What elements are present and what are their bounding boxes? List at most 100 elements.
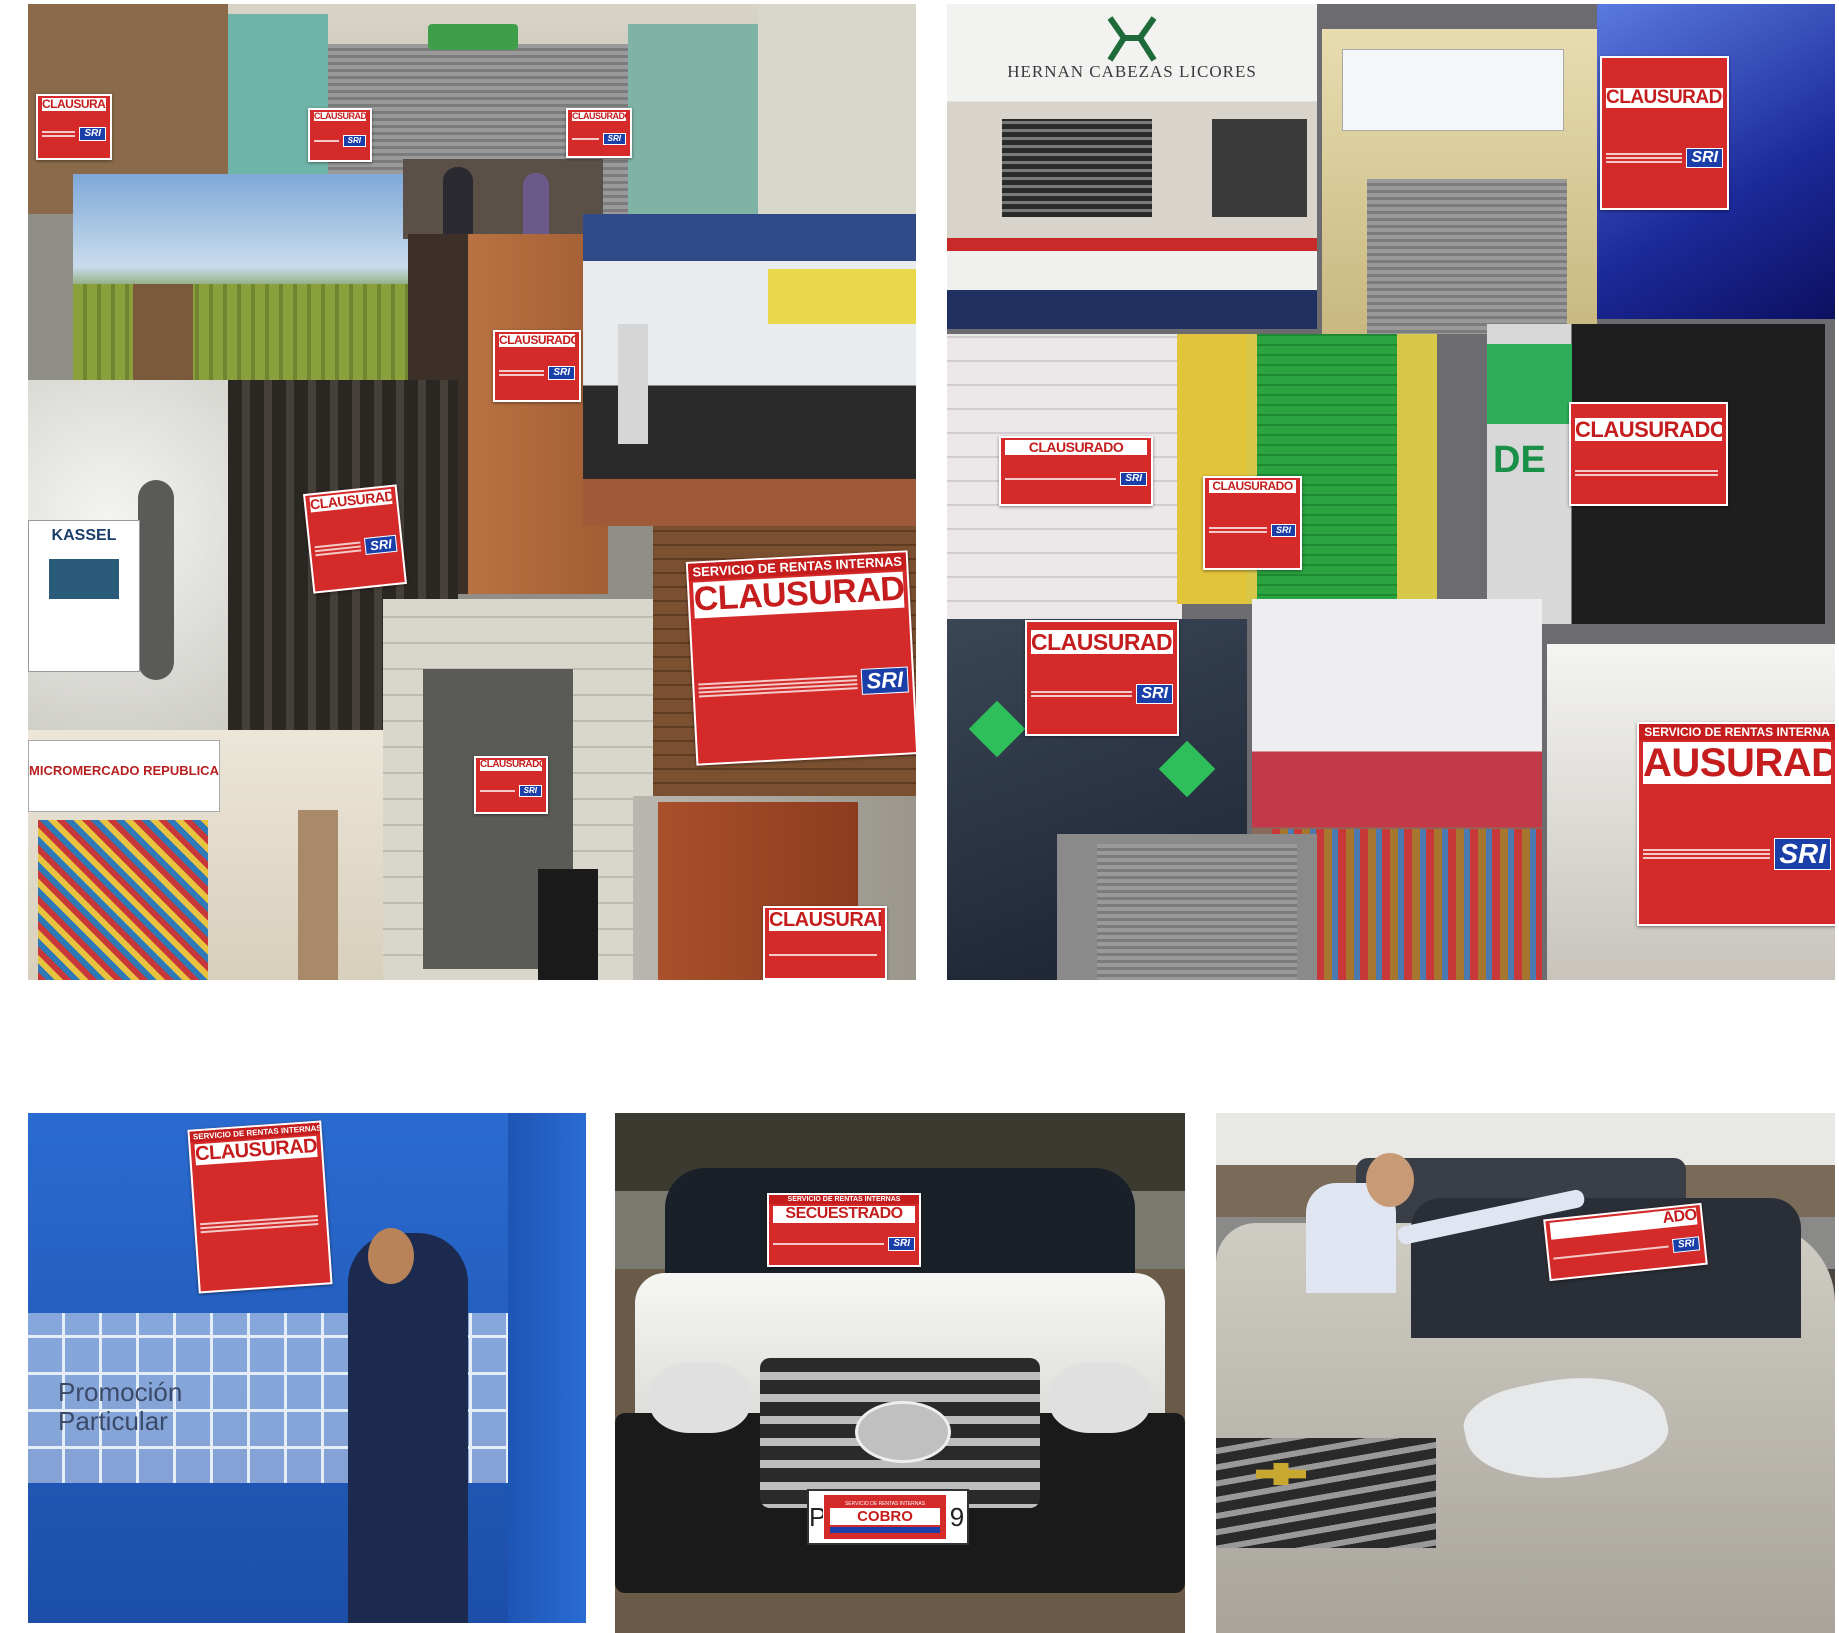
sign-title: CLAUSURADO: [42, 98, 106, 111]
store-sign: [428, 24, 518, 50]
seal-sign: CLAUSURADO SRI: [308, 108, 372, 162]
shop-signboard: KASSEL: [28, 520, 140, 672]
sign-title: AUSURADO: [1643, 742, 1831, 784]
h-logo-icon: [1107, 16, 1157, 62]
statue: [138, 480, 174, 680]
seal-sign: CLAUSURADO: [763, 906, 887, 980]
sri-logo: SRI: [1270, 523, 1296, 537]
sri-logo: SRI: [888, 1236, 915, 1251]
fragment-text: DE: [1493, 439, 1546, 481]
seal-sign: CLAUSURADO SRI: [566, 108, 632, 158]
neon-light: [1158, 740, 1216, 798]
yellow-banner: [768, 269, 916, 324]
seal-sign: CLAUSURADO SRI: [474, 756, 548, 814]
sign-title: CLAUSURADO: [499, 334, 575, 347]
seal-sign: CLAUSURADO SRI: [1203, 476, 1302, 570]
seal-sign: CLAUSURADO SRI: [1025, 620, 1179, 736]
photo-people-doorway: [403, 159, 603, 239]
license-plate: P SERVICIO DE RENTAS INTERNAS COBRO 9: [807, 1489, 969, 1545]
sign-title: CLAUSURADO: [480, 760, 542, 771]
photo-mazda-seized: SERVICIO DE RENTAS INTERNAS SECUESTRADO …: [615, 1113, 1185, 1633]
plate-sticker-title: COBRO: [830, 1507, 940, 1525]
sign-title: CLAUSURADO: [572, 112, 626, 122]
man-in-suit: [348, 1233, 468, 1623]
sri-logo: SRI: [342, 134, 366, 147]
gate-post: [508, 1113, 586, 1623]
seal-sign: CLAUSURADO SRI: [1600, 56, 1729, 210]
side-door: [298, 810, 338, 980]
seal-sign: SERVICIO DE RENTAS INTERNAS CLAUSURADO: [187, 1120, 333, 1294]
sign-header: SERVICIO DE RENTAS INTERNAS: [769, 1195, 919, 1204]
merchandise-window: [38, 820, 208, 980]
large-seal-sign: SERVICIO DE RENTAS INTERNAS CLAUSURADO S…: [685, 550, 916, 766]
headlight: [650, 1363, 750, 1433]
photo-white-wall-statue: KASSEL: [28, 380, 228, 730]
seal-sign: CLAUSURADO SRI: [303, 484, 407, 594]
seal-sign: CLAUSURADO SRI: [36, 94, 112, 160]
man-head: [1366, 1153, 1414, 1207]
sri-logo: SRI: [518, 785, 542, 798]
sign-title: SECUESTRADO: [773, 1206, 915, 1223]
sri-logo: SRI: [602, 132, 626, 145]
sign-title: CLAUSURADO: [1606, 88, 1723, 108]
shutter: [1097, 844, 1297, 980]
shop-name: KASSEL: [51, 527, 117, 544]
sign-title: CLAUSURADO: [1575, 418, 1722, 442]
sri-logo: SRI: [1774, 838, 1831, 870]
collage-top-right: HERNAN CABEZAS LICORES DE CLAUSURADO: [947, 4, 1835, 980]
sri-logo: SRI: [548, 366, 575, 381]
headlight: [1050, 1363, 1150, 1433]
photo-grey-shutters: [1057, 834, 1317, 980]
person: [523, 173, 549, 239]
teal-wall-right: [628, 24, 758, 214]
white-wall: [758, 4, 916, 214]
store-banner: MICROMERCADO REPUBLICA: [28, 740, 220, 812]
photo-liquor-store: HERNAN CABEZAS LICORES: [947, 4, 1317, 329]
sign-title: CLAUSURADO: [1005, 440, 1147, 455]
dark-window: [1212, 119, 1307, 217]
store-banner-text: MICROMERCADO REPUBLICA: [29, 763, 219, 778]
sri-logo: SRI: [79, 127, 106, 142]
sri-logo: SRI: [364, 534, 398, 555]
grey-shutter: [1367, 179, 1567, 334]
green-sign: [1487, 344, 1572, 424]
sign-title: CLAUSURADO: [314, 112, 366, 122]
white-column: [618, 324, 648, 444]
sri-logo: SRI: [860, 666, 909, 696]
collage-top-left: KASSEL MICROMERCADO REPUBLICA CLAUSURADO…: [28, 4, 916, 980]
plate-right-char: 9: [949, 1501, 965, 1532]
wall-text: Promoción Particular: [58, 1377, 183, 1436]
shop-logo: [49, 559, 119, 599]
sign-title: CLAUSURADO: [769, 910, 881, 931]
seal-sign: CLAUSURADO SRI: [493, 330, 581, 402]
photo-restaurant: [583, 214, 916, 526]
large-seal-sign: SERVICIO DE RENTAS INTERNA AUSURADO SRI: [1637, 722, 1835, 926]
photo-blue-gate: Promoción Particular SERVICIO DE RENTAS …: [28, 1113, 586, 1623]
sri-logo: SRI: [1120, 472, 1147, 487]
photo-chevrolet-seized: ADO SRI: [1216, 1113, 1835, 1633]
sign-header: SERVICIO DE RENTAS INTERNA: [1639, 724, 1835, 740]
photo-micromercado: MICROMERCADO REPUBLICA: [28, 730, 383, 980]
photo-shop-grey-shutter: [1322, 29, 1597, 334]
neon-light: [968, 700, 1026, 758]
store-logo: [1102, 14, 1162, 64]
sri-logo: SRI: [1686, 147, 1723, 168]
sri-logo: SRI: [1672, 1236, 1701, 1254]
seal-sign: SERVICIO DE RENTAS INTERNAS SECUESTRADO …: [767, 1193, 921, 1267]
plate-sticker-stripe: [830, 1526, 940, 1533]
shop-sign-board: [1342, 49, 1564, 131]
plate-sticker-header: SERVICIO DE RENTAS INTERNAS: [844, 1500, 926, 1507]
sign-title: CLAUSURADO: [1209, 480, 1296, 493]
person: [443, 167, 473, 239]
seal-sign: CLAUSURADO: [1569, 402, 1728, 506]
plate-left-char: P: [809, 1501, 827, 1532]
barred-window: [1002, 119, 1152, 217]
mazda-logo-icon: [855, 1401, 951, 1463]
seal-sign: CLAUSURADO SRI: [999, 436, 1153, 506]
store-banner-text: HERNAN CABEZAS LICORES: [1007, 62, 1257, 81]
wooden-gate: [133, 284, 193, 380]
sri-logo: SRI: [1136, 684, 1173, 705]
sign-title: CLAUSURADO: [1031, 630, 1173, 655]
trash-bin: [538, 869, 598, 980]
car-grille: [1216, 1438, 1436, 1548]
